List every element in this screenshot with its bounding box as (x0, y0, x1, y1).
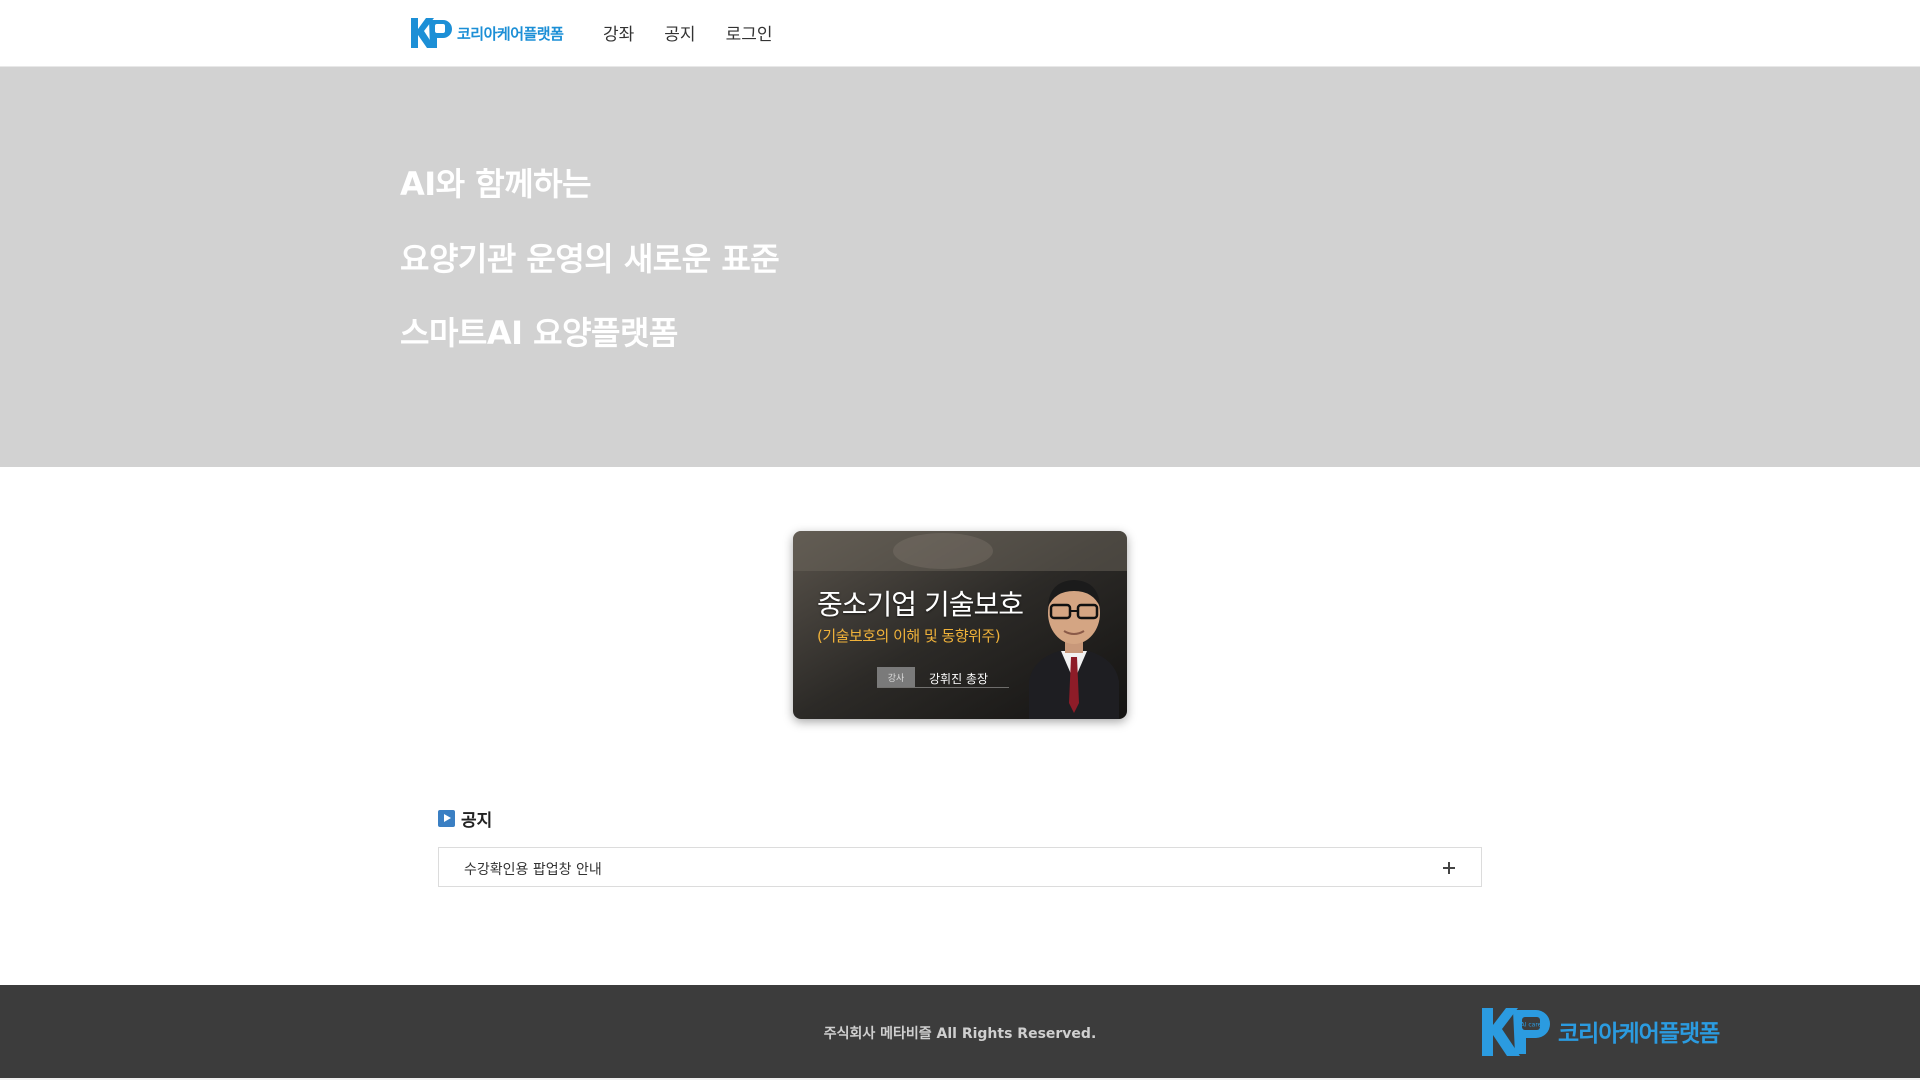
course-title: 중소기업 기술보호 (817, 588, 1024, 621)
nav-login[interactable]: 로그인 (726, 20, 773, 45)
site-footer: 주식회사 메타비즐 All Rights Reserved. AI care 코… (0, 985, 1920, 1078)
course-subtitle: (기술보호의 이해 및 동향위주) (817, 627, 1001, 645)
nav-courses[interactable]: 강좌 (603, 20, 634, 45)
nav-notice[interactable]: 공지 (664, 20, 695, 45)
hero-headline-1: AI와 함께하는 (400, 165, 592, 203)
logo-badge-text: AI care (1521, 1022, 1542, 1029)
hero-headline-2: 요양기관 운영의 새로운 표준 (400, 240, 780, 278)
play-icon (438, 810, 455, 827)
site-logo[interactable]: 코리아케어플랫폼 (409, 16, 564, 50)
hero-banner: AI와 함께하는 요양기관 운영의 새로운 표준 스마트AI 요양플랫폼 (0, 67, 1920, 467)
instructor-tag: 강사 (877, 667, 915, 687)
instructor-name: 강휘진 총장 (929, 672, 989, 686)
kcp-logo-icon: AI care (1482, 1008, 1550, 1056)
plus-icon[interactable] (1443, 862, 1455, 874)
logo-text: 코리아케어플랫폼 (457, 24, 564, 43)
main-nav: 강좌 공지 로그인 (603, 20, 772, 45)
footer-logo-text: 코리아케어플랫폼 (1558, 1021, 1720, 1047)
course-card[interactable]: 중소기업 기술보호 (기술보호의 이해 및 동향위주) 강사 강휘진 총장 (793, 531, 1127, 719)
kcp-logo-icon (411, 18, 452, 48)
notice-item-title: 수강확인용 팝업창 안내 (464, 862, 602, 878)
notice-accordion-item[interactable]: 수강확인용 팝업창 안내 (438, 847, 1482, 887)
notice-heading: 공지 (438, 806, 492, 831)
notice-title: 공지 (461, 811, 493, 831)
site-header: 코리아케어플랫폼 강좌 공지 로그인 (0, 0, 1920, 67)
footer-logo[interactable]: AI care 코리아케어플랫폼 (1480, 1004, 1720, 1058)
hero-headline-3: 스마트AI 요양플랫폼 (400, 314, 678, 352)
instructor-divider (877, 687, 1009, 688)
